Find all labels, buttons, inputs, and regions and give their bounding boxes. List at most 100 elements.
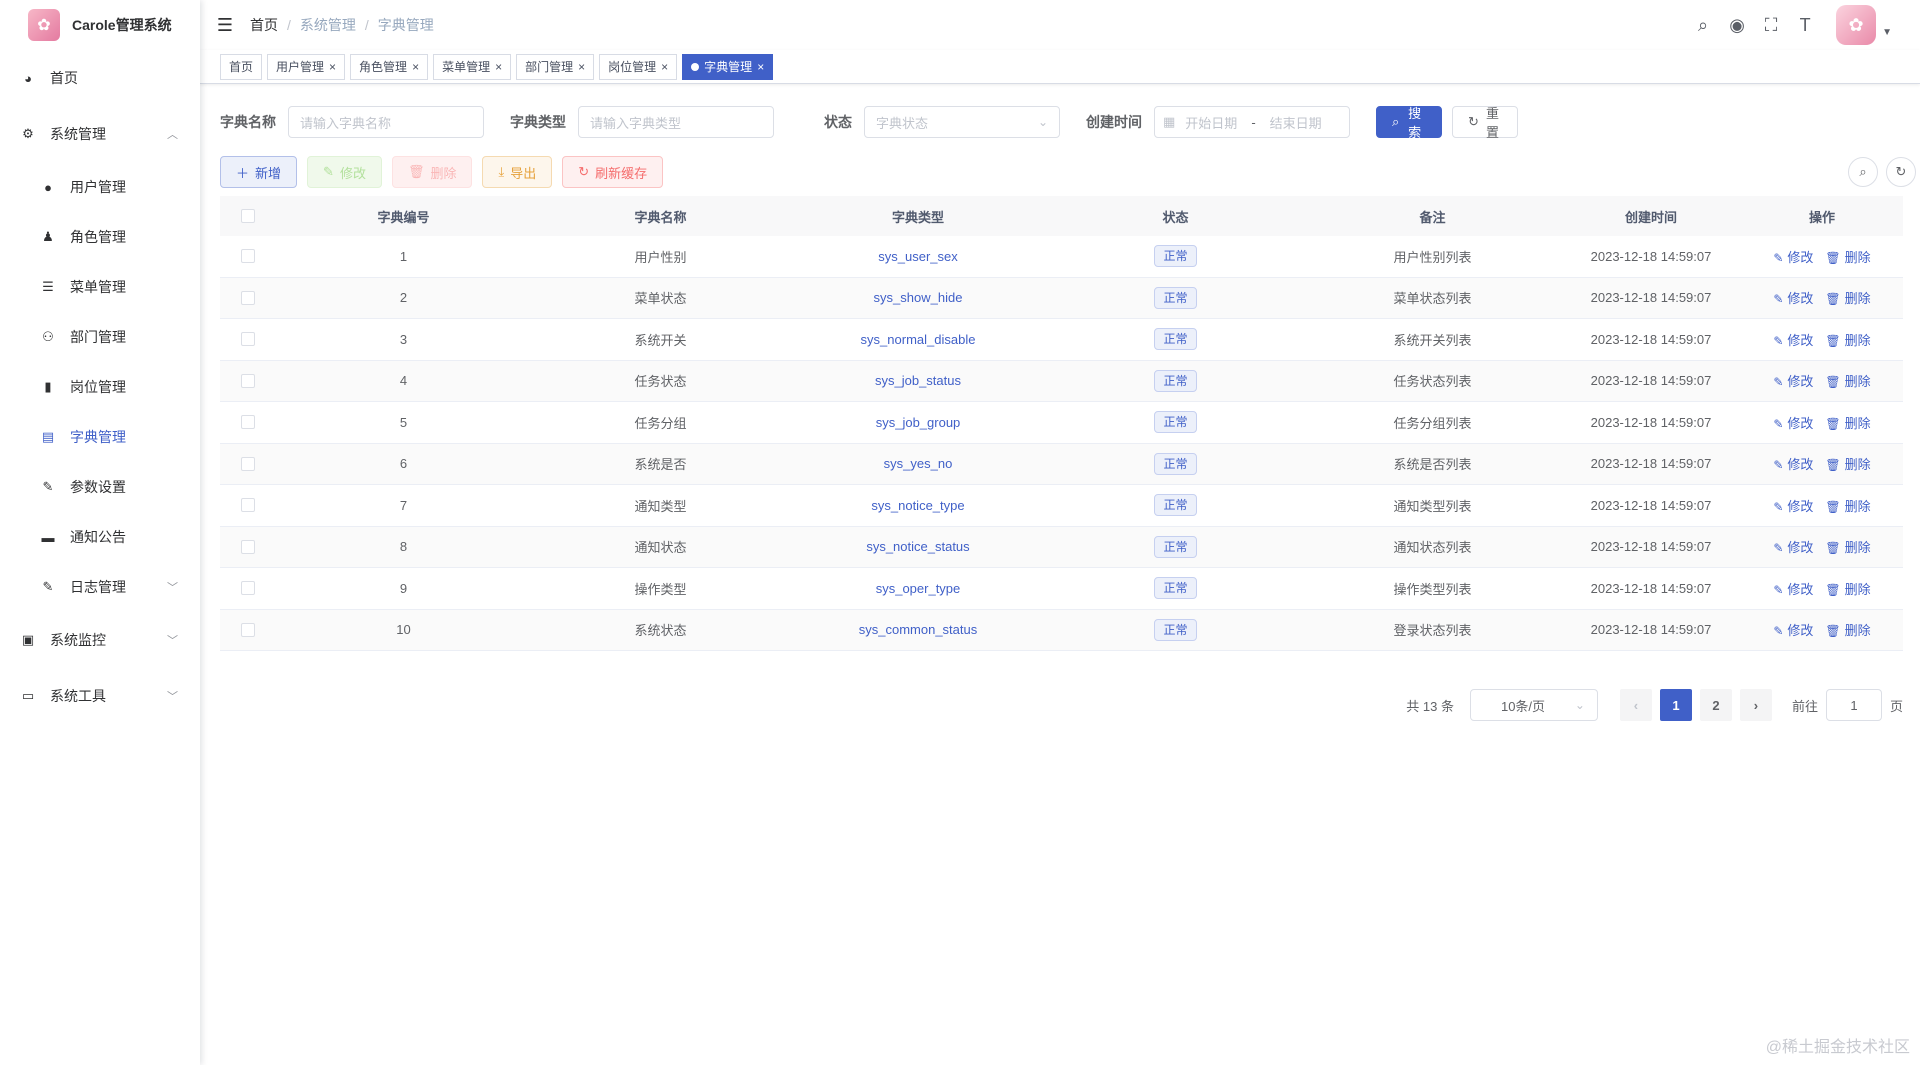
row-checkbox[interactable]	[220, 332, 275, 347]
sidebar-item[interactable]: ● 用户管理	[0, 162, 200, 212]
dict-name-placeholder: 请输入字典名称	[300, 115, 392, 131]
row-edit-button[interactable]: ✎ 修改	[1773, 416, 1813, 431]
row-checkbox[interactable]	[220, 622, 275, 637]
close-icon[interactable]: ×	[412, 60, 419, 74]
tag-item[interactable]: 首页	[220, 53, 263, 80]
row-edit-button[interactable]: ✎ 修改	[1773, 582, 1813, 597]
page-number-button[interactable]: 1	[1659, 689, 1692, 721]
start-date-placeholder[interactable]: 开始日期	[1185, 113, 1237, 132]
close-icon[interactable]: ×	[578, 60, 585, 74]
row-checkbox[interactable]	[220, 290, 275, 305]
tag-item[interactable]: 用户管理 ×	[267, 53, 346, 80]
sidebar-item[interactable]: ◕ 首页	[0, 50, 200, 106]
end-date-placeholder[interactable]: 结束日期	[1270, 113, 1322, 132]
row-edit-button[interactable]: ✎ 修改	[1773, 250, 1813, 265]
tag-item[interactable]: 角色管理 ×	[350, 53, 429, 80]
row-delete-button[interactable]: 🗑 删除	[1825, 250, 1870, 265]
goto-page-input[interactable]: 1	[1825, 689, 1882, 721]
sidebar-item[interactable]: ▤ 字典管理	[0, 412, 200, 462]
close-icon[interactable]: ×	[329, 60, 336, 74]
row-checkbox[interactable]	[220, 498, 275, 513]
dict-type-link[interactable]: sys_normal_disable	[861, 332, 976, 347]
close-icon[interactable]: ×	[661, 60, 668, 74]
tag-item[interactable]: 岗位管理 ×	[599, 53, 678, 80]
row-edit-button[interactable]: ✎ 修改	[1773, 333, 1813, 348]
dict-type-link[interactable]: sys_notice_type	[871, 498, 964, 513]
hamburger-icon[interactable]: ☰	[200, 0, 250, 50]
select-all-checkbox[interactable]	[220, 209, 275, 223]
delete-button[interactable]: 🗑 删除	[391, 156, 473, 188]
row-delete-button[interactable]: 🗑 删除	[1825, 291, 1870, 306]
avatar[interactable]: ✿	[1836, 5, 1877, 45]
row-edit-button[interactable]: ✎ 修改	[1773, 623, 1813, 638]
sidebar-item[interactable]: ✎ 日志管理 ﹀	[0, 562, 200, 612]
sidebar-item[interactable]: ♟ 角色管理	[0, 212, 200, 262]
font-size-icon[interactable]: T	[1788, 15, 1822, 36]
sidebar-item[interactable]: ✎ 参数设置	[0, 462, 200, 512]
row-edit-button[interactable]: ✎ 修改	[1773, 291, 1813, 306]
toggle-search-icon[interactable]: ⌕	[1848, 157, 1878, 187]
row-delete-button[interactable]: 🗑 删除	[1825, 623, 1870, 638]
sidebar-item[interactable]: ▭ 系统工具 ﹀	[0, 668, 200, 724]
row-edit-button[interactable]: ✎ 修改	[1773, 499, 1813, 514]
date-range-picker[interactable]: ▦ 开始日期 - 结束日期	[1154, 106, 1350, 138]
tag-item[interactable]: 字典管理 ×	[682, 53, 774, 80]
dict-type-link[interactable]: sys_notice_status	[866, 539, 969, 554]
caret-down-icon[interactable]: ▼	[1882, 27, 1892, 38]
sidebar-item[interactable]: ⚇ 部门管理	[0, 312, 200, 362]
dict-type-link[interactable]: sys_show_hide	[874, 290, 963, 305]
next-page-button[interactable]: ›	[1739, 689, 1772, 721]
sidebar-logo[interactable]: ✿ Carole管理系统	[0, 0, 200, 50]
page-size-select[interactable]: 10条/页 ⌄	[1469, 689, 1598, 721]
row-delete-button[interactable]: 🗑 删除	[1825, 333, 1870, 348]
search-icon[interactable]: ⌕	[1686, 15, 1720, 36]
prev-page-button[interactable]: ‹	[1619, 689, 1652, 721]
row-delete-button[interactable]: 🗑 删除	[1825, 582, 1870, 597]
github-icon[interactable]: ◉	[1720, 15, 1754, 36]
dict-type-link[interactable]: sys_oper_type	[876, 581, 961, 596]
row-checkbox[interactable]	[220, 373, 275, 388]
status-badge: 正常	[1154, 245, 1197, 268]
tag-item[interactable]: 部门管理 ×	[516, 53, 595, 80]
close-icon[interactable]: ×	[757, 60, 764, 74]
dict-type-link[interactable]: sys_yes_no	[884, 456, 953, 471]
row-delete-button[interactable]: 🗑 删除	[1825, 457, 1870, 472]
search-button[interactable]: ⌕ 搜索	[1376, 106, 1442, 140]
sidebar-item[interactable]: ▮ 岗位管理	[0, 362, 200, 412]
row-delete-button[interactable]: 🗑 删除	[1825, 416, 1870, 431]
row-edit-button[interactable]: ✎ 修改	[1773, 457, 1813, 472]
row-edit-button[interactable]: ✎ 修改	[1773, 540, 1813, 555]
page-number-button[interactable]: 2	[1699, 689, 1732, 721]
dict-type-link[interactable]: sys_user_sex	[878, 249, 957, 264]
row-checkbox[interactable]	[220, 539, 275, 554]
row-delete-button[interactable]: 🗑 删除	[1825, 499, 1870, 514]
export-button[interactable]: ⤓ 导出	[482, 156, 553, 188]
dict-type-link[interactable]: sys_job_group	[876, 415, 961, 430]
fullscreen-icon[interactable]: ⛶	[1754, 15, 1788, 36]
sidebar-item[interactable]: ⚙ 系统管理 ︿	[0, 106, 200, 162]
breadcrumb-home[interactable]: 首页	[250, 15, 278, 35]
close-icon[interactable]: ×	[495, 60, 502, 74]
reset-button[interactable]: ↻ 重置	[1452, 106, 1518, 140]
row-delete-button[interactable]: 🗑 删除	[1825, 374, 1870, 389]
add-button[interactable]: ＋ 新增	[220, 156, 298, 188]
row-edit-button[interactable]: ✎ 修改	[1773, 374, 1813, 389]
row-checkbox[interactable]	[220, 249, 275, 264]
row-checkbox[interactable]	[220, 581, 275, 596]
row-edit-label: 修改	[1787, 623, 1814, 639]
sidebar-item[interactable]: ▬ 通知公告	[0, 512, 200, 562]
row-checkbox[interactable]	[220, 415, 275, 430]
dict-type-link[interactable]: sys_job_status	[875, 373, 961, 388]
dict-type-input[interactable]: 请输入字典类型	[578, 106, 774, 138]
dict-type-link[interactable]: sys_common_status	[859, 622, 978, 637]
refresh-table-icon[interactable]: ↻	[1886, 157, 1916, 187]
edit-button[interactable]: ✎ 修改	[307, 156, 382, 188]
sidebar-item[interactable]: ☰ 菜单管理	[0, 262, 200, 312]
sidebar-item[interactable]: ▣ 系统监控 ﹀	[0, 612, 200, 668]
refresh-cache-button[interactable]: ↻ 刷新缓存	[562, 156, 664, 188]
row-delete-button[interactable]: 🗑 删除	[1825, 540, 1870, 555]
status-select[interactable]: 字典状态 ⌄	[864, 106, 1060, 138]
dict-name-input[interactable]: 请输入字典名称	[288, 106, 484, 138]
tag-item[interactable]: 菜单管理 ×	[433, 53, 512, 80]
row-checkbox[interactable]	[220, 456, 275, 471]
